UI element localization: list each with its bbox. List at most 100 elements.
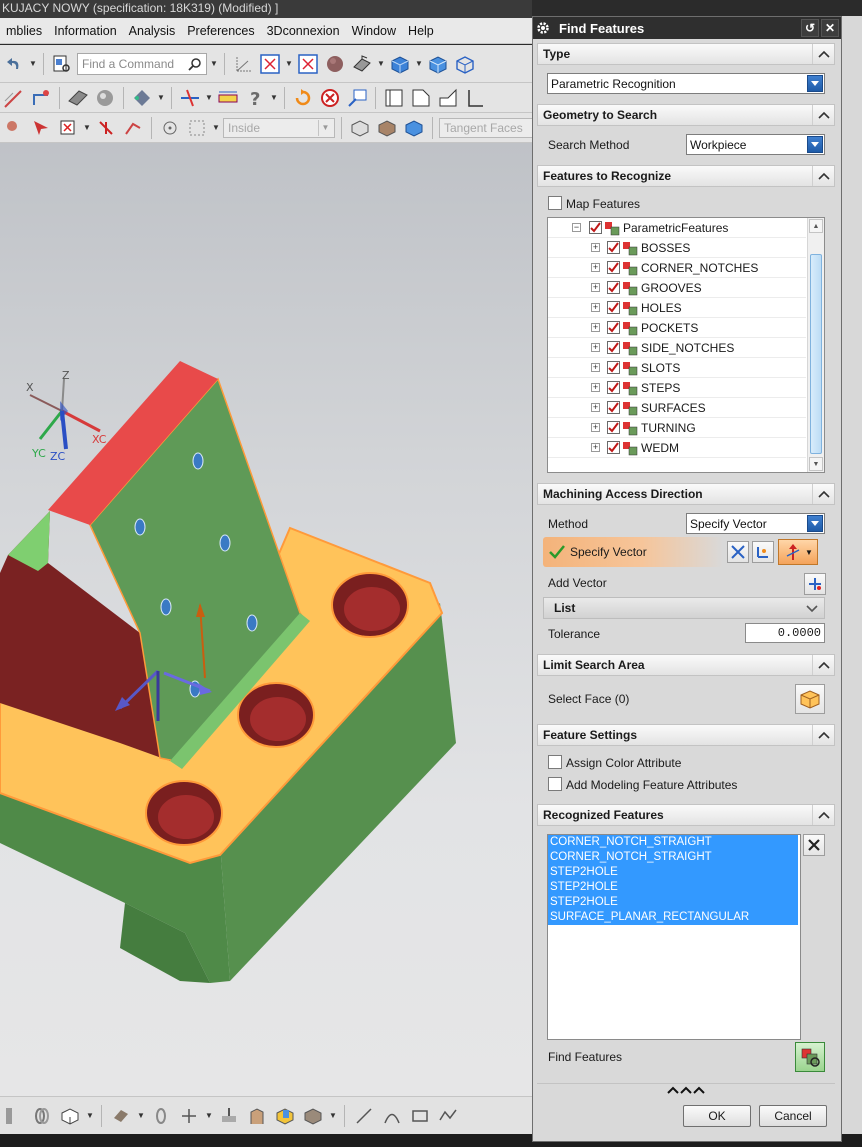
recognized-feature-item[interactable]: SURFACE_PLANAR_RECTANGULAR — [548, 910, 798, 925]
expand-icon[interactable]: + — [591, 263, 600, 272]
find-command-input[interactable]: Find a Command — [77, 52, 207, 75]
vector-reverse-icon[interactable] — [727, 541, 749, 563]
section-features-header[interactable]: Features to Recognize — [537, 165, 835, 187]
recognized-feature-item[interactable]: STEP2HOLE — [548, 865, 798, 880]
cancel-circle-icon[interactable] — [318, 86, 342, 110]
tree-item[interactable]: + TURNING — [548, 418, 806, 438]
method-dropdown[interactable]: Specify Vector — [686, 513, 825, 534]
tree-item[interactable]: + CORNER_NOTCHES — [548, 258, 806, 278]
menu-assemblies[interactable]: mblies — [0, 24, 48, 38]
tree-item[interactable]: + HOLES — [548, 298, 806, 318]
more-options-expander[interactable] — [537, 1083, 835, 1095]
body-filter-icon[interactable] — [375, 116, 399, 140]
spline-icon[interactable] — [436, 1104, 460, 1128]
select-chain-icon[interactable] — [121, 116, 145, 140]
shaded-sphere-icon[interactable] — [323, 52, 347, 76]
recognized-features-list[interactable]: CORNER_NOTCH_STRAIGHT CORNER_NOTCH_STRAIG… — [547, 834, 801, 1040]
expand-icon[interactable]: + — [591, 403, 600, 412]
vector-dialog-icon[interactable] — [752, 541, 774, 563]
cube-section-icon[interactable] — [58, 1104, 82, 1128]
plus-point-icon[interactable] — [177, 1104, 201, 1128]
scroll-down-icon[interactable]: ▼ — [809, 457, 823, 471]
specify-vector-row[interactable]: Specify Vector — [543, 537, 723, 567]
section-settings-header[interactable]: Feature Settings — [537, 724, 835, 746]
select-box-dropdown-icon[interactable]: ▼ — [83, 123, 91, 132]
section-type-header[interactable]: Type — [537, 43, 835, 65]
select-box-icon[interactable] — [56, 116, 80, 140]
box-icon[interactable] — [301, 1104, 325, 1128]
section-recognized-header[interactable]: Recognized Features — [537, 804, 835, 826]
render-style-dropdown-icon[interactable]: ▼ — [377, 59, 385, 68]
map-features-checkbox[interactable] — [548, 196, 562, 210]
select-region-icon[interactable] — [185, 116, 209, 140]
measure-distance-icon[interactable] — [178, 86, 202, 110]
box-dropdown-icon[interactable]: ▼ — [329, 1111, 337, 1120]
find-command-dropdown-icon[interactable]: ▼ — [210, 59, 218, 68]
chevron-up-icon[interactable] — [812, 105, 834, 125]
tree-checkbox[interactable] — [607, 441, 620, 454]
expand-icon[interactable]: + — [591, 443, 600, 452]
tree-item[interactable]: + SLOTS — [548, 358, 806, 378]
step-face-icon[interactable] — [436, 86, 460, 110]
tree-checkbox[interactable] — [607, 341, 620, 354]
edge-face-icon[interactable] — [382, 86, 406, 110]
menu-window[interactable]: Window — [346, 24, 402, 38]
tree-checkbox[interactable] — [607, 261, 620, 274]
rectangle-icon[interactable] — [408, 1104, 432, 1128]
tree-checkbox[interactable] — [607, 301, 620, 314]
help-icon[interactable]: ? — [243, 86, 267, 110]
command-finder-icon[interactable] — [50, 52, 74, 76]
tree-checkbox[interactable] — [607, 281, 620, 294]
select-pick-icon[interactable] — [29, 116, 53, 140]
recognized-feature-item[interactable]: STEP2HOLE — [548, 895, 798, 910]
inside-filter-dropdown[interactable]: Inside ▼ — [223, 117, 335, 138]
expand-icon[interactable]: + — [591, 243, 600, 252]
menu-information[interactable]: Information — [48, 24, 123, 38]
expand-icon[interactable]: + — [591, 303, 600, 312]
measure-distance-dropdown-icon[interactable]: ▼ — [205, 93, 213, 102]
tree-item[interactable]: + POCKETS — [548, 318, 806, 338]
plus-point-dropdown-icon[interactable]: ▼ — [205, 1111, 213, 1120]
scroll-up-icon[interactable]: ▲ — [809, 219, 823, 233]
select-region-dropdown-icon[interactable]: ▼ — [212, 123, 220, 132]
assembly-icon[interactable] — [245, 1104, 269, 1128]
crosshair-icon[interactable] — [158, 116, 182, 140]
tree-checkbox[interactable] — [607, 361, 620, 374]
collapse-icon[interactable]: − — [572, 223, 581, 232]
arc-icon[interactable] — [380, 1104, 404, 1128]
expand-icon[interactable]: + — [591, 363, 600, 372]
tree-checkbox[interactable] — [607, 321, 620, 334]
expand-icon[interactable]: + — [591, 283, 600, 292]
chevron-up-icon[interactable] — [812, 166, 834, 186]
undo-dropdown-icon[interactable]: ▼ — [29, 59, 37, 68]
rotate-icon[interactable] — [291, 86, 315, 110]
zoom-icon[interactable] — [296, 52, 320, 76]
tree-root-node[interactable]: − ParametricFeatures — [548, 218, 806, 238]
feature-tree[interactable]: − ParametricFeatures + BOSSES + CORNER_NOTC… — [547, 217, 825, 473]
chamfer-face-icon[interactable] — [409, 86, 433, 110]
tree-scrollbar[interactable]: ▲ ▼ — [807, 218, 824, 472]
edit-feature-icon[interactable] — [109, 1104, 133, 1128]
line-icon[interactable] — [352, 1104, 376, 1128]
expand-icon[interactable]: + — [591, 323, 600, 332]
tree-checkbox[interactable] — [607, 241, 620, 254]
tree-item[interactable]: + SIDE_NOTCHES — [548, 338, 806, 358]
edit-feature-dropdown-icon[interactable]: ▼ — [137, 1111, 145, 1120]
render-style-icon[interactable] — [350, 52, 374, 76]
tree-item[interactable]: + SURFACES — [548, 398, 806, 418]
component-icon[interactable] — [273, 1104, 297, 1128]
menu-preferences[interactable]: Preferences — [181, 24, 260, 38]
chevron-up-icon[interactable] — [812, 725, 834, 745]
recognized-feature-item[interactable]: CORNER_NOTCH_STRAIGHT — [548, 835, 798, 850]
snap-point-dropdown-icon[interactable]: ▼ — [157, 93, 165, 102]
tree-checkbox[interactable] — [589, 221, 602, 234]
expand-icon[interactable]: + — [591, 383, 600, 392]
view-orientation-icon[interactable] — [388, 52, 412, 76]
find-features-run-icon[interactable] — [795, 1042, 825, 1072]
ok-button[interactable]: OK — [683, 1105, 751, 1127]
help-dropdown-icon[interactable]: ▼ — [270, 93, 278, 102]
select-face-icon[interactable] — [795, 684, 825, 714]
assign-color-checkbox[interactable] — [548, 755, 562, 769]
tree-checkbox[interactable] — [607, 401, 620, 414]
list-expander[interactable]: List — [543, 597, 825, 619]
